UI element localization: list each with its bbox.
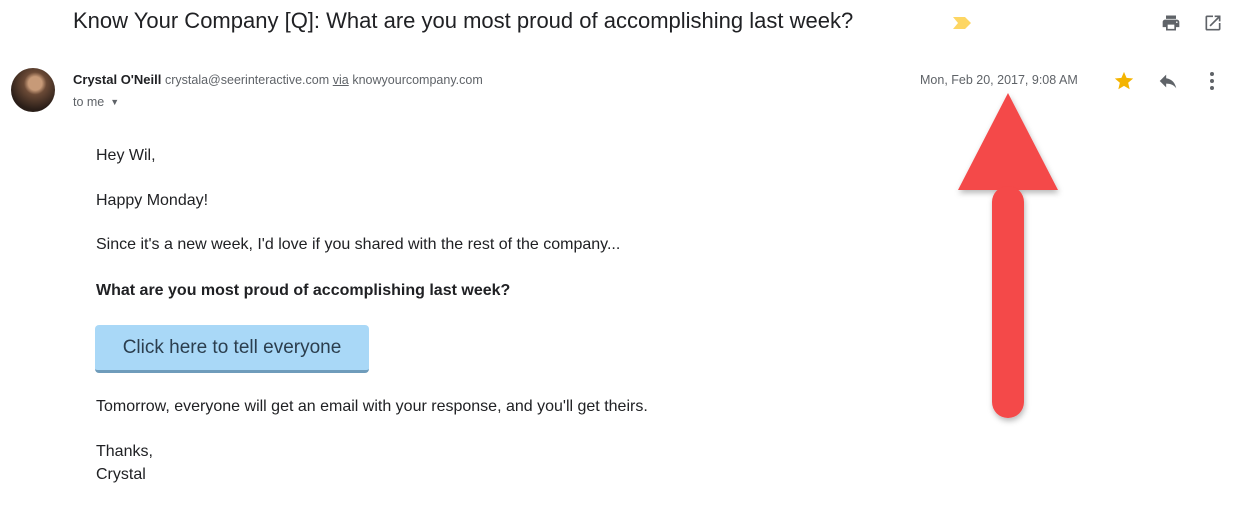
email-date: Mon, Feb 20, 2017, 9:08 AM <box>920 73 1078 87</box>
via-link[interactable]: via <box>333 73 349 87</box>
body-line-2: Since it's a new week, I'd love if you s… <box>96 236 621 253</box>
signature: Crystal <box>96 466 146 483</box>
body-line-3: Tomorrow, everyone will get an email wit… <box>96 398 648 415</box>
sender-line: Crystal O'Neill crystala@seerinteractive… <box>73 72 483 87</box>
chevron-down-icon: ▼ <box>110 97 120 107</box>
email-subject: Know Your Company [Q]: What are you most… <box>73 8 854 33</box>
greeting: Hey Wil, <box>96 147 156 164</box>
print-icon[interactable] <box>1161 13 1181 33</box>
reply-icon[interactable] <box>1157 70 1179 92</box>
avatar[interactable] <box>11 68 55 112</box>
more-vert-icon[interactable] <box>1202 70 1222 92</box>
open-in-new-window-icon[interactable] <box>1203 13 1223 33</box>
to-label: to me <box>73 95 105 109</box>
recipients-toggle[interactable]: to me ▼ <box>73 95 119 109</box>
tell-everyone-button[interactable]: Click here to tell everyone <box>95 325 369 373</box>
via-domain: knowyourcompany.com <box>352 73 483 87</box>
important-marker-icon[interactable] <box>952 16 972 30</box>
star-icon[interactable] <box>1113 70 1135 92</box>
signoff: Thanks, <box>96 443 153 460</box>
tell-everyone-label: Click here to tell everyone <box>122 336 342 358</box>
question: What are you most proud of accomplishing… <box>96 282 511 299</box>
sender-name[interactable]: Crystal O'Neill <box>73 72 161 87</box>
sender-email: crystala@seerinteractive.com <box>164 73 330 87</box>
annotation-arrow <box>958 93 1058 418</box>
body-line-1: Happy Monday! <box>96 192 209 209</box>
